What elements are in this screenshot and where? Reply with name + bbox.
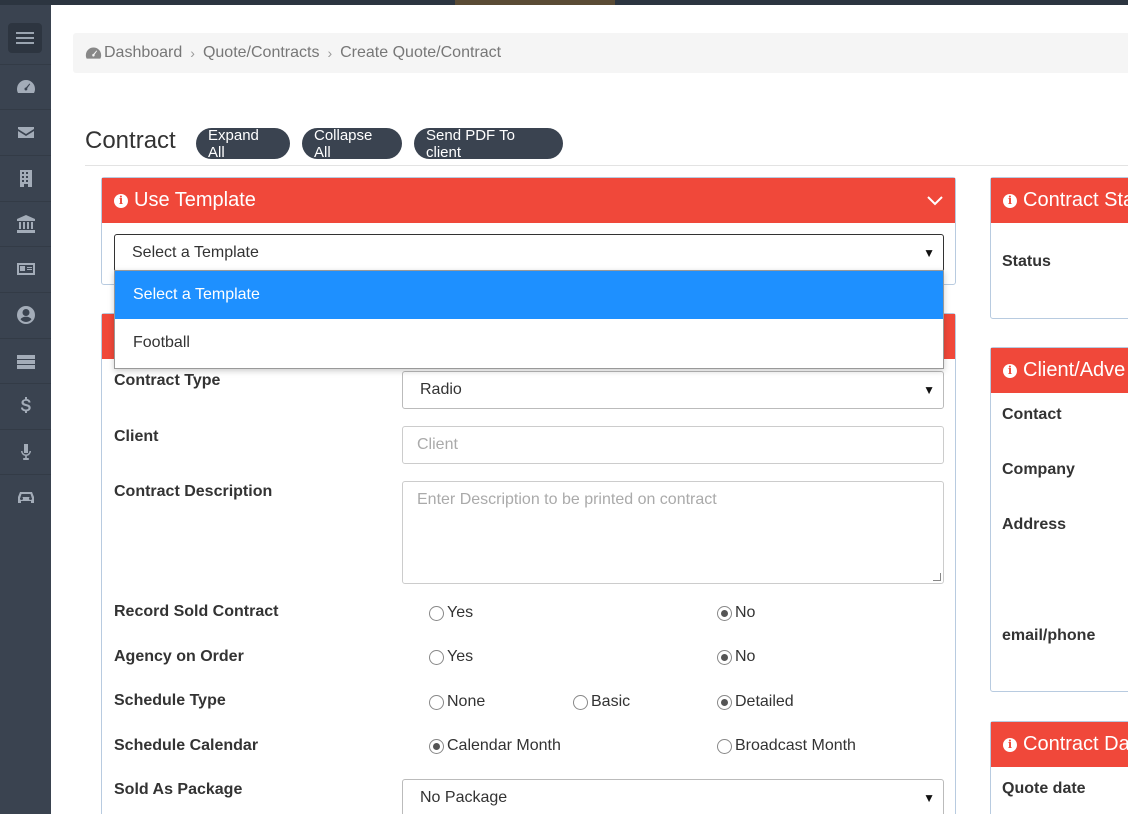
info-icon: i (1003, 363, 1017, 378)
sold-as-package-label: Sold As Package (114, 781, 243, 798)
car-icon[interactable] (0, 474, 51, 519)
panel-title: Contract Sta (1023, 189, 1128, 211)
radio-label: Broadcast Month (735, 737, 856, 754)
sold-as-package-value: No Package (420, 789, 508, 806)
company-label: Company (1002, 461, 1075, 478)
contract-description-textarea[interactable]: Enter Description to be printed on contr… (402, 481, 944, 584)
schedule-basic-radio[interactable]: Basic (573, 693, 630, 711)
menu-icon[interactable] (8, 23, 42, 53)
chevron-down-icon[interactable] (927, 192, 943, 208)
resize-handle-icon[interactable] (933, 573, 941, 581)
breadcrumb: Dashboard › Quote/Contracts › Create Quo… (73, 33, 1128, 73)
dollar-icon[interactable] (0, 383, 51, 428)
collapse-all-button[interactable]: Collapse All (302, 127, 402, 161)
panel-header[interactable]: i Use Template (102, 178, 955, 223)
quote-date-label: Quote date (1002, 780, 1086, 797)
top-bar (0, 0, 1128, 5)
expand-all-button[interactable]: Expand All (196, 127, 290, 161)
calendar-month-radio[interactable]: Calendar Month (429, 737, 561, 755)
dropdown-option[interactable]: Select a Template (115, 271, 943, 319)
radio-label: Yes (447, 648, 474, 665)
template-select[interactable]: Select a Template ▼ (114, 234, 944, 272)
radio-label: No (735, 648, 756, 665)
contract-type-label: Contract Type (114, 372, 221, 389)
breadcrumb-current: Create Quote/Contract (340, 44, 502, 61)
panel-header[interactable]: i Client/Adve (991, 348, 1128, 393)
panel-header[interactable]: i Contract Da (991, 722, 1128, 767)
contact-label: Contact (1002, 406, 1062, 423)
radio-label: Yes (447, 604, 474, 621)
send-pdf-button[interactable]: Send PDF To client (414, 127, 563, 161)
radio-label: Detailed (735, 693, 794, 710)
envelope-icon[interactable] (0, 109, 51, 154)
schedule-calendar-label: Schedule Calendar (114, 737, 259, 754)
panel-title: Client/Adve (1023, 359, 1126, 381)
template-dropdown[interactable]: Select a Template Football (114, 270, 944, 369)
dashboard-icon[interactable] (0, 64, 51, 109)
radio-label: None (447, 693, 486, 710)
agency-no-radio[interactable]: No (717, 648, 755, 666)
contract-description-label: Contract Description (114, 483, 273, 500)
email-phone-label: email/phone (1002, 627, 1096, 644)
schedule-detailed-radio[interactable]: Detailed (717, 693, 794, 711)
agency-yes-radio[interactable]: Yes (429, 648, 473, 666)
chevron-right-icon: › (190, 45, 195, 61)
record-sold-yes-radio[interactable]: Yes (429, 604, 473, 622)
caret-down-icon: ▼ (923, 791, 935, 805)
caret-down-icon: ▼ (923, 246, 935, 260)
radio-label: No (735, 604, 756, 621)
dashboard-icon (85, 47, 102, 59)
contract-type-value: Radio (420, 381, 462, 398)
sidebar (0, 5, 51, 814)
info-icon: i (1003, 193, 1017, 208)
panel-header[interactable]: i Contract Sta (991, 178, 1128, 223)
record-sold-contract-label: Record Sold Contract (114, 603, 279, 620)
description-placeholder: Enter Description to be printed on contr… (417, 491, 717, 508)
caret-down-icon: ▼ (923, 383, 935, 397)
schedule-type-label: Schedule Type (114, 692, 226, 709)
id-card-icon[interactable] (0, 246, 51, 291)
user-circle-icon[interactable] (0, 292, 51, 337)
contract-status-panel: i Contract Sta (990, 177, 1128, 319)
info-icon: i (1003, 737, 1017, 752)
record-sold-no-radio[interactable]: No (717, 604, 755, 622)
sold-as-package-select[interactable]: No Package ▼ (402, 779, 944, 814)
building-icon[interactable] (0, 155, 51, 200)
contract-dates-panel: i Contract Da (990, 721, 1128, 814)
schedule-none-radio[interactable]: None (429, 693, 485, 711)
radio-label: Basic (591, 693, 631, 710)
server-icon[interactable] (0, 338, 51, 383)
panel-title: Use Template (134, 189, 256, 211)
dropdown-option[interactable]: Football (115, 319, 943, 367)
radio-label: Calendar Month (447, 737, 561, 754)
status-label: Status (1002, 253, 1051, 270)
page-title: Contract (85, 127, 176, 154)
microphone-icon[interactable] (0, 429, 51, 474)
breadcrumb-home[interactable]: Dashboard (104, 44, 182, 62)
chevron-right-icon: › (327, 45, 333, 61)
template-select-value: Select a Template (132, 244, 259, 261)
breadcrumb-quote-contracts[interactable]: Quote/Contracts (203, 44, 320, 62)
broadcast-month-radio[interactable]: Broadcast Month (717, 737, 856, 755)
client-label: Client (114, 428, 159, 445)
divider (85, 165, 1128, 166)
agency-on-order-label: Agency on Order (114, 648, 244, 665)
client-input[interactable]: Client (402, 426, 944, 464)
contract-type-select[interactable]: Radio ▼ (402, 371, 944, 409)
bank-icon[interactable] (0, 201, 51, 246)
info-icon: i (114, 193, 128, 208)
panel-title: Contract Da (1023, 733, 1128, 755)
address-label: Address (1002, 516, 1067, 533)
